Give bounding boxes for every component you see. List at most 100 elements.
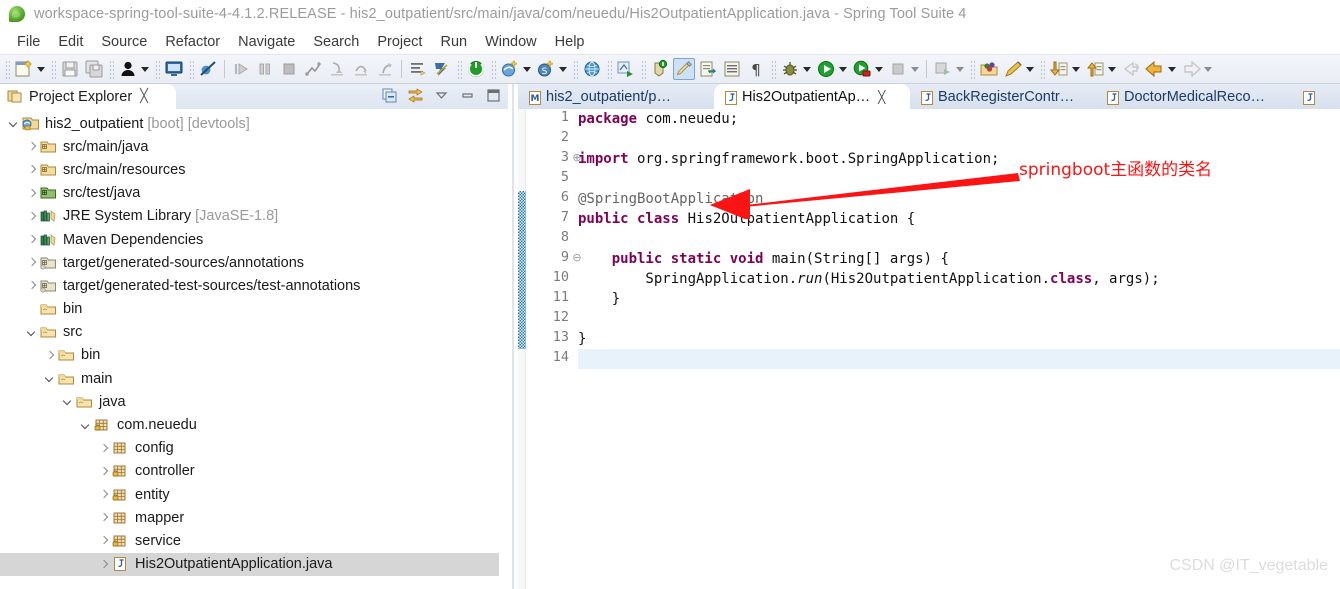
code-line[interactable] bbox=[578, 309, 1340, 329]
menu-navigate[interactable]: Navigate bbox=[229, 33, 304, 51]
menu-run[interactable]: Run bbox=[431, 33, 476, 51]
menu-project[interactable]: Project bbox=[368, 33, 431, 51]
search-pencil-icon[interactable] bbox=[1002, 58, 1024, 80]
toolbar-grip[interactable] bbox=[606, 59, 612, 79]
prev-annotation-icon[interactable] bbox=[1084, 58, 1106, 80]
suspend-icon[interactable] bbox=[254, 58, 276, 80]
tree-item-java[interactable]: java bbox=[0, 390, 499, 413]
new-spring-bean-icon[interactable]: S bbox=[535, 58, 557, 80]
chevron-down-icon[interactable] bbox=[6, 112, 21, 135]
chevron-right-icon[interactable] bbox=[96, 483, 111, 506]
debug-icon[interactable] bbox=[779, 58, 801, 80]
chevron-right-icon[interactable] bbox=[24, 274, 39, 297]
toolbar-grip[interactable] bbox=[4, 59, 10, 79]
editor-tab-3[interactable]: DoctorMedicalReco… bbox=[1096, 84, 1292, 109]
person-dropdown-arrow[interactable] bbox=[140, 58, 151, 80]
menu-window[interactable]: Window bbox=[476, 33, 546, 51]
tree-item-src-main-java[interactable]: src/main/java bbox=[0, 135, 499, 158]
next-annotation-dropdown-arrow[interactable] bbox=[1071, 58, 1082, 80]
menu-file[interactable]: File bbox=[8, 33, 49, 51]
editor-tab-4[interactable] bbox=[1292, 84, 1332, 109]
stop-icon[interactable] bbox=[887, 58, 909, 80]
forward-dropdown-arrow[interactable] bbox=[1203, 58, 1214, 80]
tree-item-bin[interactable]: bin bbox=[0, 298, 499, 321]
toolbar-grip[interactable] bbox=[108, 59, 114, 79]
run-coverage-icon[interactable] bbox=[851, 58, 873, 80]
project-explorer-tab[interactable]: Project Explorer ╳ bbox=[0, 84, 176, 109]
tree-item-bin[interactable]: bin bbox=[0, 344, 499, 367]
link-with-editor-icon[interactable] bbox=[407, 87, 424, 104]
menu-edit[interactable]: Edit bbox=[49, 33, 92, 51]
new-web-project-icon[interactable] bbox=[581, 58, 603, 80]
tree-item-controller[interactable]: controller bbox=[0, 460, 499, 483]
chevron-right-icon[interactable] bbox=[24, 251, 39, 274]
toolbar-grip[interactable] bbox=[188, 59, 194, 79]
menu-refactor[interactable]: Refactor bbox=[156, 33, 229, 51]
chevron-right-icon[interactable] bbox=[24, 135, 39, 158]
editor-sash[interactable] bbox=[508, 84, 518, 589]
boot-dashboard-icon[interactable] bbox=[465, 58, 487, 80]
code-line[interactable]: } bbox=[578, 329, 1340, 349]
export-icon[interactable] bbox=[697, 58, 719, 80]
new-wizard-icon[interactable] bbox=[13, 58, 35, 80]
code-line[interactable]: public static void main(String[] args) { bbox=[578, 249, 1340, 269]
back-icon[interactable] bbox=[1144, 58, 1166, 80]
save-all-icon[interactable] bbox=[83, 58, 105, 80]
collapse-all-icon[interactable] bbox=[381, 87, 398, 104]
menu-source[interactable]: Source bbox=[92, 33, 156, 51]
chevron-right-icon[interactable] bbox=[24, 205, 39, 228]
run-icon[interactable] bbox=[815, 58, 837, 80]
menu-help[interactable]: Help bbox=[546, 33, 594, 51]
chevron-down-icon[interactable] bbox=[42, 367, 57, 390]
external-tools-dropdown-arrow[interactable] bbox=[955, 58, 966, 80]
toolbar-grip[interactable] bbox=[456, 59, 462, 79]
toolbar-grip[interactable] bbox=[969, 59, 975, 79]
step-into-icon[interactable] bbox=[326, 58, 348, 80]
external-tools-icon[interactable] bbox=[932, 58, 954, 80]
chevron-right-icon[interactable] bbox=[24, 158, 39, 181]
step-return-icon[interactable] bbox=[374, 58, 396, 80]
tree-item-his2outpatientapplication-java[interactable]: His2OutpatientApplication.java bbox=[0, 552, 499, 576]
tree-item-target-generated-sources-annotations[interactable]: target/generated-sources/annotations bbox=[0, 251, 499, 274]
person-icon[interactable] bbox=[117, 58, 139, 80]
chevron-right-icon[interactable] bbox=[24, 228, 39, 251]
chevron-right-icon[interactable] bbox=[24, 182, 39, 205]
toolbar-grip[interactable] bbox=[154, 59, 160, 79]
chevron-right-icon[interactable] bbox=[96, 553, 111, 576]
editor-tab-0[interactable]: Mhis2_outpatient/p… bbox=[518, 84, 714, 109]
edit-highlight-icon[interactable] bbox=[673, 58, 695, 80]
run-dropdown-arrow[interactable] bbox=[838, 58, 849, 80]
skip-breakpoints-icon[interactable] bbox=[197, 58, 219, 80]
new-spring-project-dropdown-arrow[interactable] bbox=[522, 58, 533, 80]
toolbar-grip[interactable] bbox=[1039, 59, 1045, 79]
chevron-down-icon[interactable] bbox=[78, 414, 93, 437]
tree-item-mapper[interactable]: mapper bbox=[0, 506, 499, 529]
code-line[interactable]: package com.neuedu; bbox=[578, 109, 1340, 129]
chevron-right-icon[interactable] bbox=[96, 529, 111, 552]
resume-icon[interactable] bbox=[230, 58, 252, 80]
toolbar-grip[interactable] bbox=[490, 59, 496, 79]
new-spring-bean-dropdown-arrow[interactable] bbox=[558, 58, 569, 80]
tree-item-target-generated-test-sources-test-annotations[interactable]: target/generated-test-sources/test-annot… bbox=[0, 274, 499, 297]
chevron-right-icon[interactable] bbox=[42, 344, 57, 367]
forward-icon[interactable] bbox=[1180, 58, 1202, 80]
chevron-down-icon[interactable] bbox=[60, 390, 75, 413]
tree-item-src-test-java[interactable]: src/test/java bbox=[0, 182, 499, 205]
console-icon[interactable] bbox=[163, 58, 185, 80]
properties-view-icon[interactable] bbox=[721, 58, 743, 80]
close-icon[interactable]: ╳ bbox=[878, 90, 885, 104]
open-task-icon[interactable] bbox=[431, 58, 453, 80]
tree-item-src-main-resources[interactable]: src/main/resources bbox=[0, 158, 499, 181]
back-history-icon[interactable] bbox=[1120, 58, 1142, 80]
next-annotation-icon[interactable] bbox=[1048, 58, 1070, 80]
back-dropdown-arrow[interactable] bbox=[1167, 58, 1178, 80]
toolbar-grip[interactable] bbox=[640, 59, 646, 79]
code-line[interactable]: SpringApplication.run(His2OutpatientAppl… bbox=[578, 269, 1340, 289]
toolbar-grip[interactable] bbox=[50, 59, 56, 79]
editor-tab-2[interactable]: BackRegisterContr… bbox=[910, 84, 1096, 109]
code-line[interactable] bbox=[578, 129, 1340, 149]
disconnect-icon[interactable] bbox=[302, 58, 324, 80]
new-spring-project-icon[interactable] bbox=[499, 58, 521, 80]
code-line[interactable] bbox=[578, 349, 1340, 369]
search-dropdown-arrow[interactable] bbox=[1025, 58, 1036, 80]
